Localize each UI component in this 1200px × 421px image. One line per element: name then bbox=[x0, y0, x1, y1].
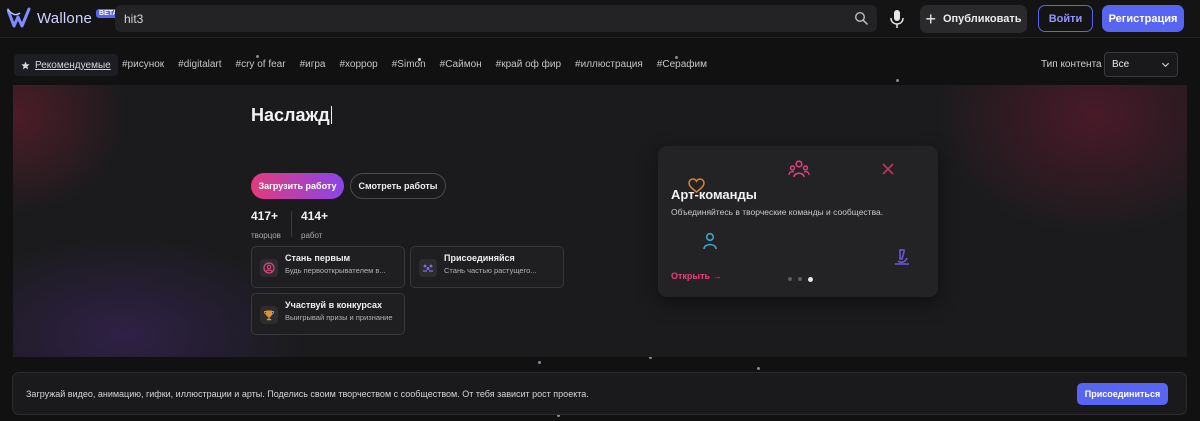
register-button[interactable]: Регистрация bbox=[1102, 5, 1184, 32]
person-icon bbox=[703, 232, 717, 250]
tag-item[interactable]: #игра bbox=[300, 59, 326, 70]
login-button[interactable]: Войти bbox=[1038, 5, 1093, 32]
stat-value: 417+ bbox=[251, 209, 279, 223]
feature-subtitle: Будь первооткрывателем в... bbox=[285, 266, 386, 275]
logo-icon bbox=[7, 7, 31, 28]
team-icon bbox=[788, 160, 810, 178]
tag-item[interactable]: #digitalart bbox=[178, 59, 221, 70]
tag-item[interactable]: #Simon bbox=[392, 59, 426, 70]
tag-list: #рисунок #digitalart #cry of fear #игра … bbox=[122, 59, 707, 70]
tag-item[interactable]: #иллюстрация bbox=[575, 59, 643, 70]
featured-tag[interactable]: Рекомендуемые bbox=[14, 54, 118, 76]
microphone-icon[interactable] bbox=[888, 9, 906, 29]
tag-item[interactable]: #Серафим bbox=[657, 59, 707, 70]
carousel-dot[interactable] bbox=[788, 277, 792, 281]
hero-title-text: Наслажд bbox=[251, 105, 330, 125]
stat-label: творцов bbox=[251, 231, 281, 240]
decorative-dot bbox=[418, 58, 421, 61]
feature-title: Стань первым bbox=[285, 253, 351, 263]
card-title: Арт-команды bbox=[671, 187, 757, 202]
join-banner: Загружай видео, анимацию, гифки, иллюстр… bbox=[12, 372, 1187, 415]
join-button[interactable]: Присоединиться bbox=[1077, 383, 1168, 405]
decorative-dot bbox=[256, 55, 259, 58]
upload-work-button[interactable]: Загрузить работу bbox=[251, 173, 344, 199]
card-open-link[interactable]: Открыть → bbox=[671, 271, 722, 281]
carousel-indicators bbox=[788, 276, 813, 282]
decorative-dot bbox=[896, 79, 899, 82]
tag-item[interactable]: #хоррор bbox=[339, 59, 377, 70]
stat-label: работ bbox=[301, 231, 323, 240]
stat-divider bbox=[291, 211, 292, 237]
publish-label: Опубликовать bbox=[942, 13, 1022, 25]
tag-bar: Рекомендуемые #рисунок #digitalart #cry … bbox=[0, 39, 1200, 85]
carousel-card[interactable]: Арт-команды Объединяйтесь в творческие к… bbox=[658, 146, 938, 297]
decorative-dot bbox=[675, 56, 678, 59]
logo[interactable]: Wallone BETA bbox=[7, 7, 121, 29]
decorative-dot bbox=[538, 361, 541, 364]
typing-caret bbox=[330, 106, 333, 124]
feature-title: Присоединяйся bbox=[444, 253, 515, 263]
hero-section: Наслажд Загрузить работу Смотреть работы… bbox=[13, 85, 1187, 357]
content-type-label: Тип контента bbox=[1041, 59, 1102, 70]
stat-works: 414+ работ bbox=[301, 209, 328, 240]
feature-join[interactable]: Присоединяйся Стань частью растущего... bbox=[410, 246, 564, 288]
card-subtitle: Объединяйтесь в творческие команды и соо… bbox=[671, 207, 884, 217]
content-type-select[interactable]: Все bbox=[1104, 52, 1178, 77]
logo-text: Wallone bbox=[37, 9, 93, 27]
search-bar[interactable]: hit3 bbox=[115, 5, 877, 32]
feature-subtitle: Стань частью растущего... bbox=[444, 266, 537, 275]
tag-item[interactable]: #край оф фир bbox=[496, 59, 561, 70]
publish-button[interactable]: + Опубликовать bbox=[920, 5, 1027, 33]
search-icon[interactable] bbox=[854, 11, 868, 25]
microscope-icon bbox=[895, 249, 909, 265]
chevron-down-icon bbox=[1161, 62, 1170, 68]
trophy-icon bbox=[260, 306, 278, 324]
search-input[interactable]: hit3 bbox=[124, 12, 143, 26]
stat-value: 414+ bbox=[301, 209, 329, 223]
hero-title: Наслажд bbox=[251, 105, 333, 126]
featured-tag-label: Рекомендуемые bbox=[35, 59, 111, 71]
banner-text: Загружай видео, анимацию, гифки, иллюстр… bbox=[26, 389, 589, 399]
top-header: Wallone BETA hit3 + Опубликовать Войти Р… bbox=[0, 0, 1200, 38]
plus-icon: + bbox=[925, 9, 936, 29]
tag-item[interactable]: #Саймон bbox=[440, 59, 482, 70]
carousel-dot[interactable] bbox=[798, 277, 802, 281]
content-type-value: Все bbox=[1112, 59, 1130, 70]
close-icon bbox=[882, 163, 894, 175]
decorative-dot bbox=[757, 367, 760, 370]
tag-item[interactable]: #cry of fear bbox=[236, 59, 286, 70]
feature-be-first[interactable]: Стань первым Будь первооткрывателем в... bbox=[251, 246, 405, 288]
feature-title: Участвуй в конкурсах bbox=[285, 300, 382, 310]
star-icon bbox=[21, 60, 30, 69]
user-circle-icon bbox=[260, 259, 278, 277]
stat-creators: 417+ творцов bbox=[251, 209, 281, 240]
feature-contests[interactable]: Участвуй в конкурсах Выигрывай призы и п… bbox=[251, 293, 405, 335]
carousel-dot-active[interactable] bbox=[808, 276, 813, 282]
users-icon bbox=[419, 259, 437, 277]
tag-item[interactable]: #рисунок bbox=[122, 59, 164, 70]
feature-subtitle: Выигрывай призы и признание bbox=[285, 313, 393, 322]
view-works-button[interactable]: Смотреть работы bbox=[350, 173, 446, 199]
